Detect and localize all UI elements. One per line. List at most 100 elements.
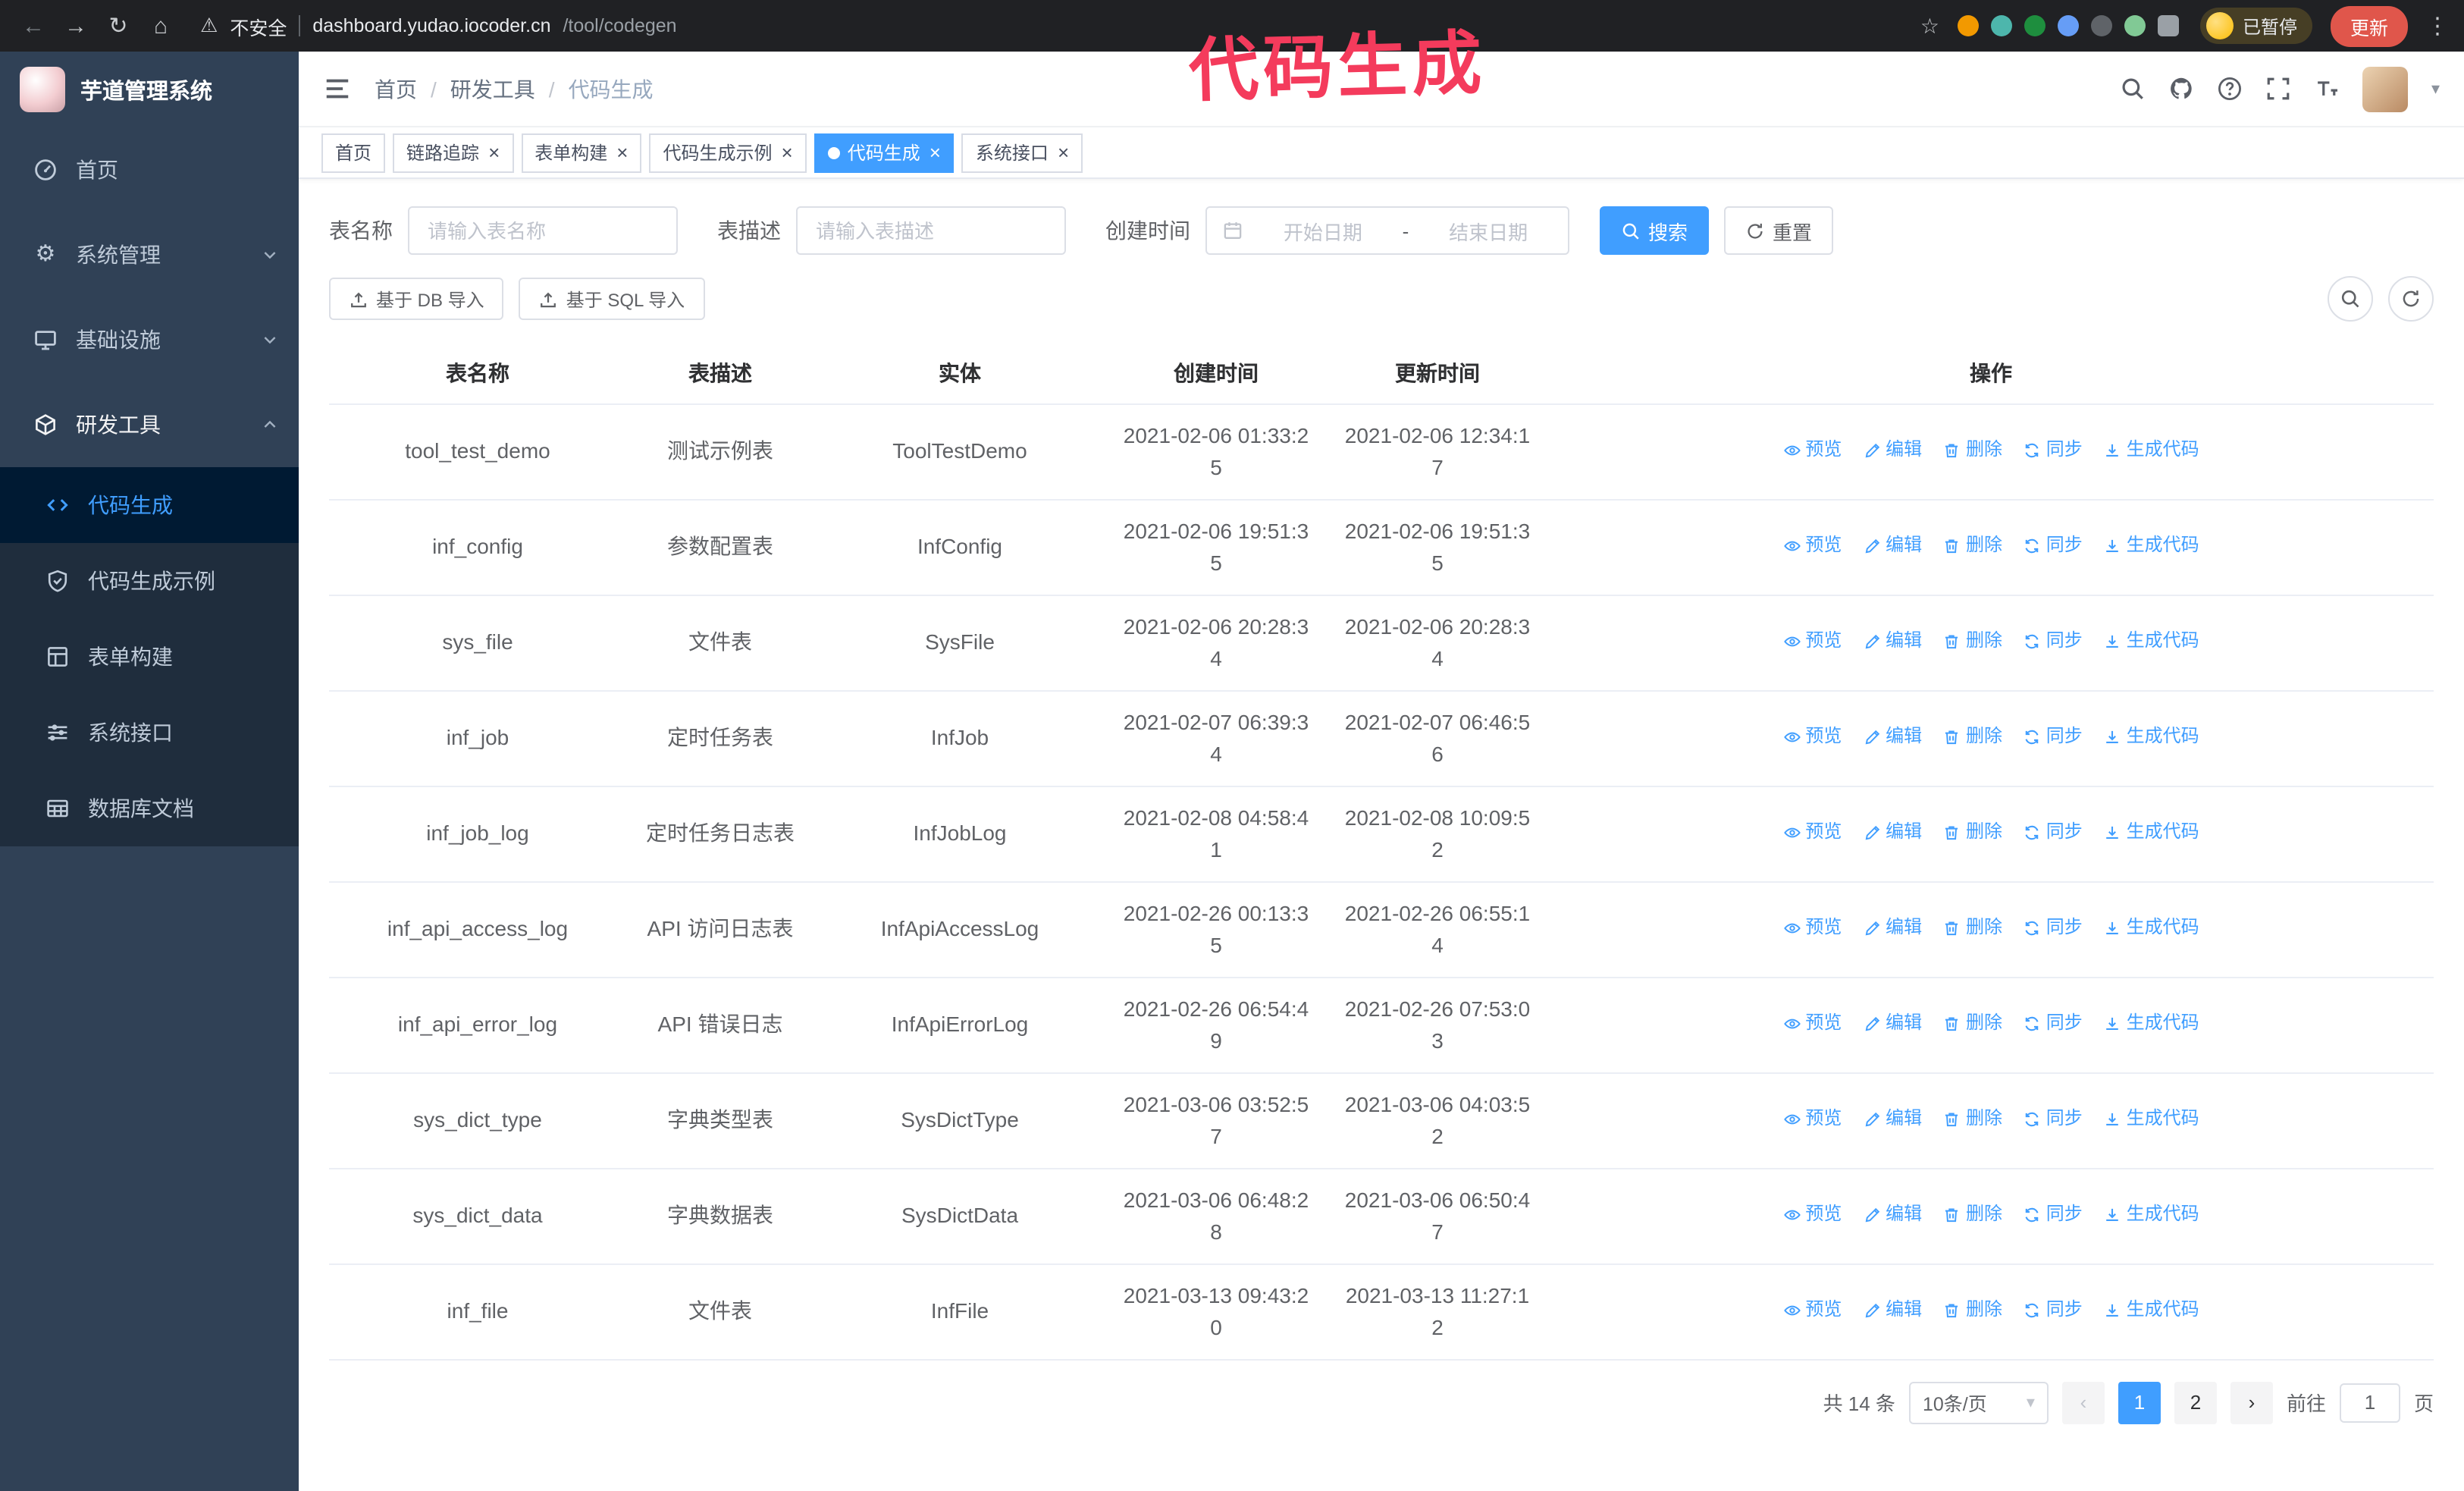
generate-code-link[interactable]: 生成代码	[2104, 721, 2199, 753]
delete-link[interactable]: 删除	[1943, 721, 2002, 753]
sync-link[interactable]: 同步	[2024, 817, 2083, 849]
edit-link[interactable]: 编辑	[1863, 1295, 1922, 1326]
browser-profile-chip[interactable]: 已暂停	[2199, 8, 2312, 44]
edit-link[interactable]: 编辑	[1863, 530, 1922, 562]
toggle-search-button[interactable]	[2328, 276, 2373, 322]
sync-link[interactable]: 同步	[2024, 626, 2083, 658]
sidebar-item-dev-tools[interactable]: 研发工具	[0, 382, 299, 467]
generate-code-link[interactable]: 生成代码	[2104, 530, 2199, 562]
extension-icon[interactable]	[1957, 15, 1979, 36]
close-icon[interactable]: ×	[782, 143, 793, 162]
sidebar-item-infrastructure[interactable]: 基础设施	[0, 297, 299, 382]
help-icon[interactable]	[2218, 76, 2243, 102]
tag-system-api[interactable]: 系统接口 ×	[961, 133, 1083, 172]
address-bar[interactable]: ⚠ 不安全 dashboard.yudao.iocoder.cn/tool/co…	[200, 11, 1902, 40]
github-icon[interactable]	[2169, 76, 2195, 102]
extension-icon[interactable]	[2090, 15, 2112, 36]
delete-link[interactable]: 删除	[1943, 435, 2002, 466]
edit-link[interactable]: 编辑	[1863, 817, 1922, 849]
sync-link[interactable]: 同步	[2024, 1103, 2083, 1135]
tag-codegen-example[interactable]: 代码生成示例 ×	[649, 133, 807, 172]
extensions-puzzle-icon[interactable]	[2157, 15, 2179, 36]
close-icon[interactable]: ×	[616, 143, 628, 162]
reset-button[interactable]: 重置	[1724, 206, 1834, 255]
preview-link[interactable]: 预览	[1782, 1008, 1842, 1040]
sync-link[interactable]: 同步	[2024, 912, 2083, 944]
sync-link[interactable]: 同步	[2024, 1008, 2083, 1040]
page-button-2[interactable]: 2	[2174, 1381, 2217, 1424]
table-desc-input[interactable]	[796, 206, 1066, 255]
hamburger-icon[interactable]	[323, 74, 352, 103]
user-avatar[interactable]	[2362, 66, 2409, 111]
date-range-picker[interactable]: 开始日期 - 结束日期	[1205, 206, 1569, 255]
forward-button[interactable]: →	[58, 8, 94, 44]
sidebar-item-system-api[interactable]: 系统接口	[0, 695, 299, 771]
sidebar-item-code-generation[interactable]: 代码生成	[0, 467, 299, 543]
chevron-down-icon[interactable]: ▾	[2431, 79, 2440, 99]
sidebar-item-system-management[interactable]: ⚙ 系统管理	[0, 212, 299, 297]
sidebar-item-home[interactable]: 首页	[0, 127, 299, 212]
delete-link[interactable]: 删除	[1943, 626, 2002, 658]
next-page-button[interactable]: ›	[2230, 1381, 2273, 1424]
browser-menu-icon[interactable]: ⋮	[2426, 12, 2449, 39]
preview-link[interactable]: 预览	[1782, 721, 1842, 753]
generate-code-link[interactable]: 生成代码	[2104, 1199, 2199, 1231]
search-icon[interactable]	[2121, 76, 2146, 102]
search-button[interactable]: 搜索	[1600, 206, 1710, 255]
generate-code-link[interactable]: 生成代码	[2104, 626, 2199, 658]
edit-link[interactable]: 编辑	[1863, 721, 1922, 753]
sync-link[interactable]: 同步	[2024, 721, 2083, 753]
refresh-table-button[interactable]	[2388, 276, 2434, 322]
preview-link[interactable]: 预览	[1782, 1103, 1842, 1135]
sync-link[interactable]: 同步	[2024, 1295, 2083, 1326]
preview-link[interactable]: 预览	[1782, 530, 1842, 562]
sidebar-item-form-builder[interactable]: 表单构建	[0, 619, 299, 695]
extension-icon[interactable]	[2057, 15, 2079, 36]
fullscreen-icon[interactable]	[2266, 76, 2292, 102]
generate-code-link[interactable]: 生成代码	[2104, 1295, 2199, 1326]
preview-link[interactable]: 预览	[1782, 912, 1842, 944]
generate-code-link[interactable]: 生成代码	[2104, 912, 2199, 944]
import-db-button[interactable]: 基于 DB 导入	[329, 278, 504, 320]
sync-link[interactable]: 同步	[2024, 530, 2083, 562]
prev-page-button[interactable]: ‹	[2061, 1381, 2105, 1424]
import-sql-button[interactable]: 基于 SQL 导入	[519, 278, 705, 320]
tag-form-builder[interactable]: 表单构建 ×	[521, 133, 642, 172]
delete-link[interactable]: 删除	[1943, 1199, 2002, 1231]
edit-link[interactable]: 编辑	[1863, 626, 1922, 658]
goto-page-input[interactable]	[2339, 1383, 2400, 1422]
sync-link[interactable]: 同步	[2024, 1199, 2083, 1231]
bookmark-star-icon[interactable]: ☆	[1920, 13, 1939, 39]
delete-link[interactable]: 删除	[1943, 530, 2002, 562]
delete-link[interactable]: 删除	[1943, 1295, 2002, 1326]
sync-link[interactable]: 同步	[2024, 435, 2083, 466]
page-size-select[interactable]: 10条/页 ▾	[1908, 1381, 2049, 1424]
sidebar-item-codegen-example[interactable]: 代码生成示例	[0, 543, 299, 619]
extension-icon[interactable]	[1990, 15, 2012, 36]
edit-link[interactable]: 编辑	[1863, 435, 1922, 466]
preview-link[interactable]: 预览	[1782, 435, 1842, 466]
delete-link[interactable]: 删除	[1943, 817, 2002, 849]
delete-link[interactable]: 删除	[1943, 1103, 2002, 1135]
tag-code-generation[interactable]: 代码生成 ×	[813, 133, 955, 172]
generate-code-link[interactable]: 生成代码	[2104, 435, 2199, 466]
home-button[interactable]: ⌂	[143, 8, 179, 44]
preview-link[interactable]: 预览	[1782, 626, 1842, 658]
preview-link[interactable]: 预览	[1782, 817, 1842, 849]
edit-link[interactable]: 编辑	[1863, 1008, 1922, 1040]
preview-link[interactable]: 预览	[1782, 1295, 1842, 1326]
delete-link[interactable]: 删除	[1943, 912, 2002, 944]
table-name-input[interactable]	[408, 206, 678, 255]
sidebar-item-db-docs[interactable]: 数据库文档	[0, 771, 299, 846]
close-icon[interactable]: ×	[929, 143, 941, 162]
breadcrumb-dev-tools[interactable]: 研发工具	[450, 74, 535, 104]
generate-code-link[interactable]: 生成代码	[2104, 1008, 2199, 1040]
edit-link[interactable]: 编辑	[1863, 1199, 1922, 1231]
font-size-icon[interactable]	[2315, 76, 2340, 102]
extension-icon[interactable]	[2024, 15, 2045, 36]
edit-link[interactable]: 编辑	[1863, 912, 1922, 944]
generate-code-link[interactable]: 生成代码	[2104, 1103, 2199, 1135]
extension-icon[interactable]	[2124, 15, 2146, 36]
browser-update-button[interactable]: 更新	[2330, 5, 2408, 46]
tag-home[interactable]: 首页	[321, 133, 386, 172]
